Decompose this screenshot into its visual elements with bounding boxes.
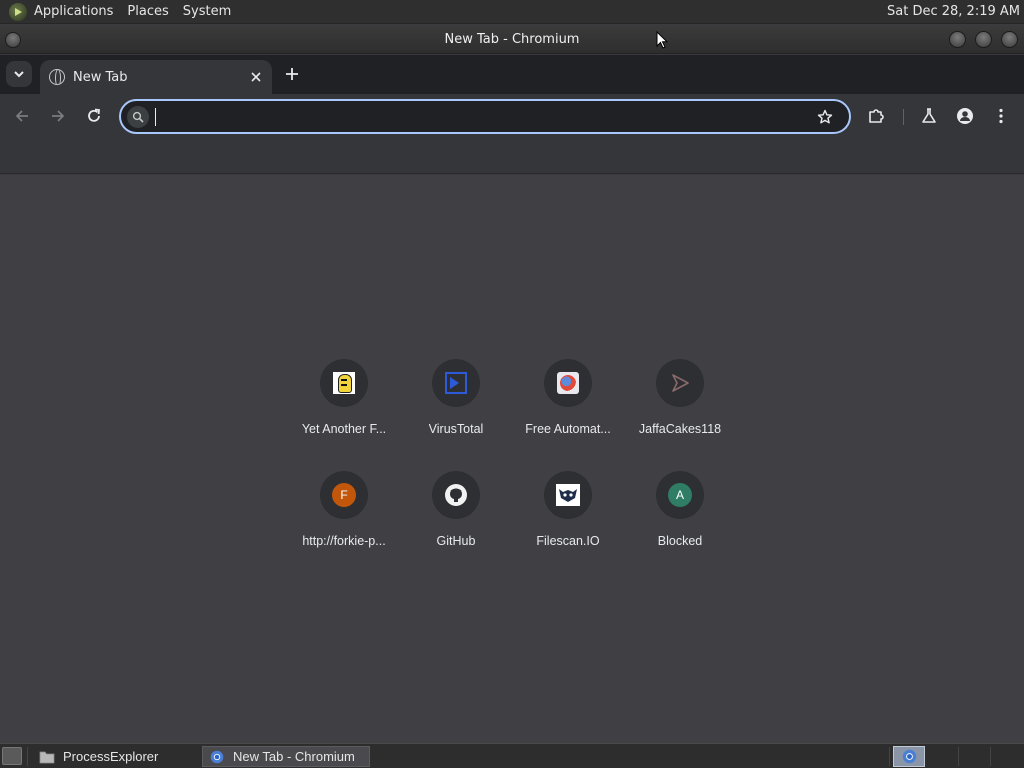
shortcut-icon-container (544, 359, 592, 407)
taskbar-separator (990, 747, 991, 766)
new-tab-button[interactable] (282, 64, 302, 84)
tab-search-button[interactable] (6, 61, 32, 87)
shortcut-tile[interactable]: GitHub (400, 464, 512, 576)
window-title: New Tab - Chromium (444, 31, 580, 47)
menu-button[interactable] (990, 105, 1012, 127)
tab-title: New Tab (73, 69, 128, 85)
shortcut-label: VirusTotal (428, 422, 484, 436)
minimize-button[interactable] (949, 31, 966, 48)
plus-icon (286, 68, 298, 80)
puzzle-icon (869, 109, 884, 123)
chromium-icon (210, 750, 224, 763)
github-icon (445, 484, 467, 506)
letter-a-icon: A (668, 483, 692, 507)
address-input[interactable] (164, 106, 814, 127)
shortcut-icon-container (320, 359, 368, 407)
extensions-button[interactable] (865, 105, 887, 127)
window-menu-button[interactable] (5, 32, 21, 48)
tab-close-button[interactable] (246, 67, 266, 87)
taskbar-item-label: New Tab - Chromium (233, 749, 355, 764)
shortcut-label: Free Automat... (525, 422, 611, 436)
maximize-button[interactable] (975, 31, 992, 48)
taskbar-item-processexplorer[interactable]: ProcessExplorer (33, 746, 198, 767)
chromium-icon (902, 749, 916, 764)
reload-button[interactable] (82, 104, 106, 128)
toolbar-separator (903, 109, 904, 125)
top-panel: Applications Places System Sat Dec 28, 2… (0, 0, 1024, 24)
star-icon (817, 109, 833, 123)
folder-icon (39, 751, 55, 763)
shortcut-icon-container: A (656, 471, 704, 519)
bookmark-star-button[interactable] (814, 106, 836, 128)
taskbar-item-chromium[interactable]: New Tab - Chromium (202, 746, 370, 767)
taskbar-item-label: ProcessExplorer (63, 749, 159, 764)
shortcut-tile[interactable]: Free Automat... (512, 352, 624, 464)
text-cursor (155, 107, 156, 126)
menu-places[interactable]: Places (127, 4, 168, 19)
shortcut-icon-container (432, 471, 480, 519)
chevron-down-icon (14, 71, 24, 78)
shortcut-tile[interactable]: Yet Another F... (288, 352, 400, 464)
menu-applications[interactable]: Applications (34, 4, 113, 19)
close-window-button[interactable] (1001, 31, 1018, 48)
window-titlebar[interactable]: New Tab - Chromium (0, 25, 1024, 54)
taskbar-separator (889, 747, 890, 766)
reload-icon (88, 108, 100, 122)
clock[interactable]: Sat Dec 28, 2:19 AM (887, 4, 1020, 19)
shortcut-label: JaffaCakes118 (638, 422, 722, 436)
avatar-icon (957, 108, 973, 124)
flask-icon (922, 108, 936, 123)
shortcut-icon-container: F (320, 471, 368, 519)
mouse-pointer-icon (656, 31, 668, 49)
shortcut-icon-container (656, 359, 704, 407)
profile-button[interactable] (954, 105, 976, 127)
shortcut-label: GitHub (436, 534, 476, 548)
shortcut-label: Blocked (657, 534, 703, 548)
labs-button[interactable] (918, 105, 940, 127)
shortcut-icon-container (432, 359, 480, 407)
tab-new-tab[interactable]: New Tab (40, 60, 272, 94)
shortcut-tile[interactable]: Filescan.IO (512, 464, 624, 576)
toolbar (0, 94, 1024, 138)
search-icon (127, 105, 149, 128)
shortcut-tile[interactable]: JaffaCakes118 (624, 352, 736, 464)
shortcut-label: Filescan.IO (536, 534, 600, 548)
omnibox[interactable] (119, 99, 851, 134)
shortcut-tile[interactable]: VirusTotal (400, 352, 512, 464)
virustotal-icon (445, 372, 467, 394)
tab-strip: New Tab (0, 55, 1024, 94)
yaf-icon (333, 372, 355, 394)
forward-button[interactable] (46, 104, 70, 128)
show-desktop-button[interactable] (2, 747, 22, 765)
bookmarks-area (0, 138, 1024, 174)
arrow-right-icon (52, 110, 65, 122)
workspace-switcher[interactable] (893, 746, 925, 767)
taskbar-separator (958, 747, 959, 766)
close-icon (251, 72, 261, 82)
jaffacakes-icon (672, 374, 689, 392)
shortcut-label: Yet Another F... (301, 422, 387, 436)
new-tab-page: Yet Another F... VirusTotal Free Automat… (0, 175, 1024, 743)
shortcut-tile[interactable]: F http://forkie-p... (288, 464, 400, 576)
shortcut-label: http://forkie-p... (302, 534, 386, 548)
shortcut-icon-container (544, 471, 592, 519)
taskbar: ProcessExplorer New Tab - Chromium (0, 743, 1024, 768)
letter-f-icon: F (332, 483, 356, 507)
distro-logo-icon[interactable] (9, 2, 27, 21)
taskbar-separator (27, 747, 28, 766)
menu-system[interactable]: System (183, 4, 231, 19)
shortcuts-grid: Yet Another F... VirusTotal Free Automat… (288, 352, 736, 576)
shortcut-tile[interactable]: A Blocked (624, 464, 736, 576)
kebab-menu-icon (999, 108, 1003, 124)
filescan-icon (556, 484, 580, 506)
back-button[interactable] (10, 104, 34, 128)
arrow-left-icon (15, 110, 28, 122)
globe-icon (49, 69, 65, 85)
free-automated-icon (557, 372, 579, 394)
